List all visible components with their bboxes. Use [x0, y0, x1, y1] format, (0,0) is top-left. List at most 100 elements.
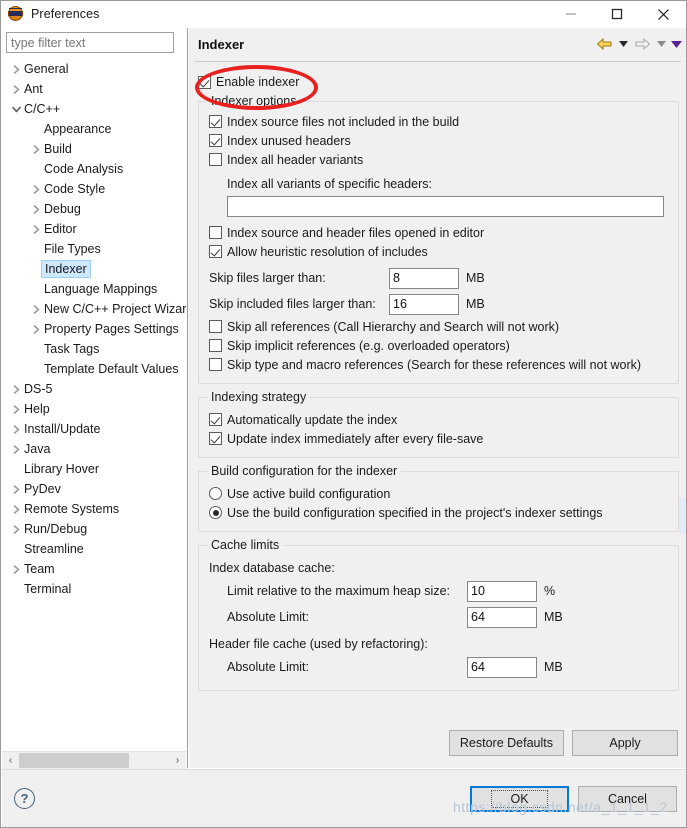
- use-active-build-config-row[interactable]: Use active build configuration: [209, 484, 668, 503]
- sidebar-item-general[interactable]: General: [2, 59, 186, 79]
- sidebar-item-install-update[interactable]: Install/Update: [2, 419, 186, 439]
- view-menu-icon[interactable]: [669, 33, 683, 55]
- chevron-right-icon[interactable]: [8, 64, 24, 74]
- sidebar-item-indexer[interactable]: Indexer: [2, 259, 186, 279]
- chevron-right-icon[interactable]: [28, 304, 44, 314]
- chevron-right-icon[interactable]: [28, 184, 44, 194]
- chevron-right-icon[interactable]: [8, 84, 24, 94]
- enable-indexer-row[interactable]: Enable indexer: [198, 71, 679, 93]
- index-all-header-variants-checkbox[interactable]: [209, 153, 222, 166]
- heuristic-resolution-row[interactable]: Allow heuristic resolution of includes: [209, 242, 668, 261]
- chevron-right-icon[interactable]: [28, 224, 44, 234]
- chevron-right-icon[interactable]: [28, 144, 44, 154]
- sidebar-item-pydev[interactable]: PyDev: [2, 479, 186, 499]
- chevron-right-icon[interactable]: [8, 444, 24, 454]
- scroll-left-icon[interactable]: ‹: [2, 751, 19, 769]
- chevron-right-icon[interactable]: [8, 404, 24, 414]
- skip-implicit-references-row[interactable]: Skip implicit references (e.g. overloade…: [209, 336, 668, 355]
- specific-headers-input[interactable]: [227, 196, 664, 217]
- sidebar-item-code-style[interactable]: Code Style: [2, 179, 186, 199]
- sidebar-item-terminal[interactable]: Terminal: [2, 579, 186, 599]
- sidebar-item-label: Build: [44, 142, 72, 156]
- scroll-right-icon[interactable]: ›: [169, 751, 186, 769]
- skip-implicit-references-checkbox[interactable]: [209, 339, 222, 352]
- sidebar-item-editor[interactable]: Editor: [2, 219, 186, 239]
- use-project-build-config-row[interactable]: Use the build configuration specified in…: [209, 503, 668, 522]
- sidebar-item-library-hover[interactable]: Library Hover: [2, 459, 186, 479]
- chevron-right-icon[interactable]: [8, 564, 24, 574]
- search-input[interactable]: [6, 32, 174, 53]
- skip-included-larger-input[interactable]: [389, 293, 459, 315]
- restore-defaults-button[interactable]: Restore Defaults: [448, 730, 564, 756]
- sidebar-item-task-tags[interactable]: Task Tags: [2, 339, 186, 359]
- chevron-right-icon[interactable]: [28, 324, 44, 334]
- sidebar-item-property-pages-settings[interactable]: Property Pages Settings: [2, 319, 186, 339]
- tree-horizontal-scrollbar[interactable]: ‹ ›: [2, 751, 186, 769]
- sidebar-item-build[interactable]: Build: [2, 139, 186, 159]
- index-opened-in-editor-checkbox[interactable]: [209, 226, 222, 239]
- index-unused-headers-row[interactable]: Index unused headers: [209, 131, 668, 150]
- sidebar-item-run-debug[interactable]: Run/Debug: [2, 519, 186, 539]
- update-after-save-checkbox[interactable]: [209, 432, 222, 445]
- back-history-chevron-down-icon[interactable]: [616, 33, 630, 55]
- sidebar-item-team[interactable]: Team: [2, 559, 186, 579]
- sidebar-item-template-default-values[interactable]: Template Default Values: [2, 359, 186, 379]
- heap-limit-input[interactable]: [467, 580, 537, 602]
- enable-indexer-checkbox[interactable]: [198, 75, 211, 89]
- skip-files-larger-input[interactable]: [389, 267, 459, 289]
- heuristic-resolution-checkbox[interactable]: [209, 245, 222, 258]
- sidebar-item-java[interactable]: Java: [2, 439, 186, 459]
- auto-update-index-row[interactable]: Automatically update the index: [209, 410, 668, 429]
- use-project-build-config-radio[interactable]: [209, 506, 222, 519]
- sidebar-item-appearance[interactable]: Appearance: [2, 119, 186, 139]
- scroll-thumb[interactable]: [19, 752, 129, 768]
- sidebar-item-language-mappings[interactable]: Language Mappings: [2, 279, 186, 299]
- cancel-button[interactable]: Cancel: [578, 786, 677, 812]
- sidebar-item-c-c[interactable]: C/C++: [2, 99, 186, 119]
- use-active-build-config-radio[interactable]: [209, 487, 222, 500]
- db-absolute-limit-input[interactable]: [467, 606, 537, 628]
- chevron-down-icon[interactable]: [8, 106, 24, 113]
- sidebar-item-ant[interactable]: Ant: [2, 79, 186, 99]
- chevron-right-icon[interactable]: [8, 424, 24, 434]
- forward-arrow-icon[interactable]: [631, 33, 653, 55]
- index-source-files-row[interactable]: Index source files not included in the b…: [209, 112, 668, 131]
- sidebar-item-file-types[interactable]: File Types: [2, 239, 186, 259]
- chevron-right-icon[interactable]: [28, 204, 44, 214]
- sidebar-item-code-analysis[interactable]: Code Analysis: [2, 159, 186, 179]
- auto-update-index-checkbox[interactable]: [209, 413, 222, 426]
- sidebar-item-new-c-c-project-wizard[interactable]: New C/C++ Project Wizard: [2, 299, 186, 319]
- chevron-right-icon[interactable]: [8, 384, 24, 394]
- close-button[interactable]: [640, 1, 686, 27]
- chevron-right-icon[interactable]: [8, 484, 24, 494]
- skip-all-references-row[interactable]: Skip all references (Call Hierarchy and …: [209, 317, 668, 336]
- maximize-button[interactable]: [594, 1, 640, 27]
- forward-history-chevron-down-icon[interactable]: [654, 33, 668, 55]
- scroll-track[interactable]: [19, 751, 169, 769]
- index-opened-in-editor-row[interactable]: Index source and header files opened in …: [209, 223, 668, 242]
- chevron-right-icon[interactable]: [8, 504, 24, 514]
- pane-divider[interactable]: [187, 28, 188, 768]
- chevron-right-icon[interactable]: [8, 524, 24, 534]
- help-icon[interactable]: ?: [14, 788, 35, 809]
- update-after-save-row[interactable]: Update index immediately after every fil…: [209, 429, 668, 448]
- sidebar-item-debug[interactable]: Debug: [2, 199, 186, 219]
- minimize-button[interactable]: [548, 1, 594, 27]
- index-all-header-variants-row[interactable]: Index all header variants: [209, 150, 668, 169]
- sidebar-item-help[interactable]: Help: [2, 399, 186, 419]
- index-unused-headers-checkbox[interactable]: [209, 134, 222, 147]
- skip-type-macro-references-row[interactable]: Skip type and macro references (Search f…: [209, 355, 668, 374]
- heap-limit-unit: %: [544, 584, 556, 598]
- apply-button[interactable]: Apply: [572, 730, 678, 756]
- skip-all-references-checkbox[interactable]: [209, 320, 222, 333]
- sidebar-item-streamline[interactable]: Streamline: [2, 539, 186, 559]
- index-source-files-checkbox[interactable]: [209, 115, 222, 128]
- page-vertical-scroll-thumb[interactable]: [679, 498, 686, 534]
- header-absolute-limit-input[interactable]: [467, 656, 537, 678]
- skip-type-macro-references-checkbox[interactable]: [209, 358, 222, 371]
- back-arrow-icon[interactable]: [593, 33, 615, 55]
- preferences-tree[interactable]: General Ant C/C++ Appearance Build Code Analy…: [2, 59, 186, 599]
- ok-button[interactable]: OK: [470, 786, 569, 812]
- sidebar-item-remote-systems[interactable]: Remote Systems: [2, 499, 186, 519]
- sidebar-item-ds-5[interactable]: DS-5: [2, 379, 186, 399]
